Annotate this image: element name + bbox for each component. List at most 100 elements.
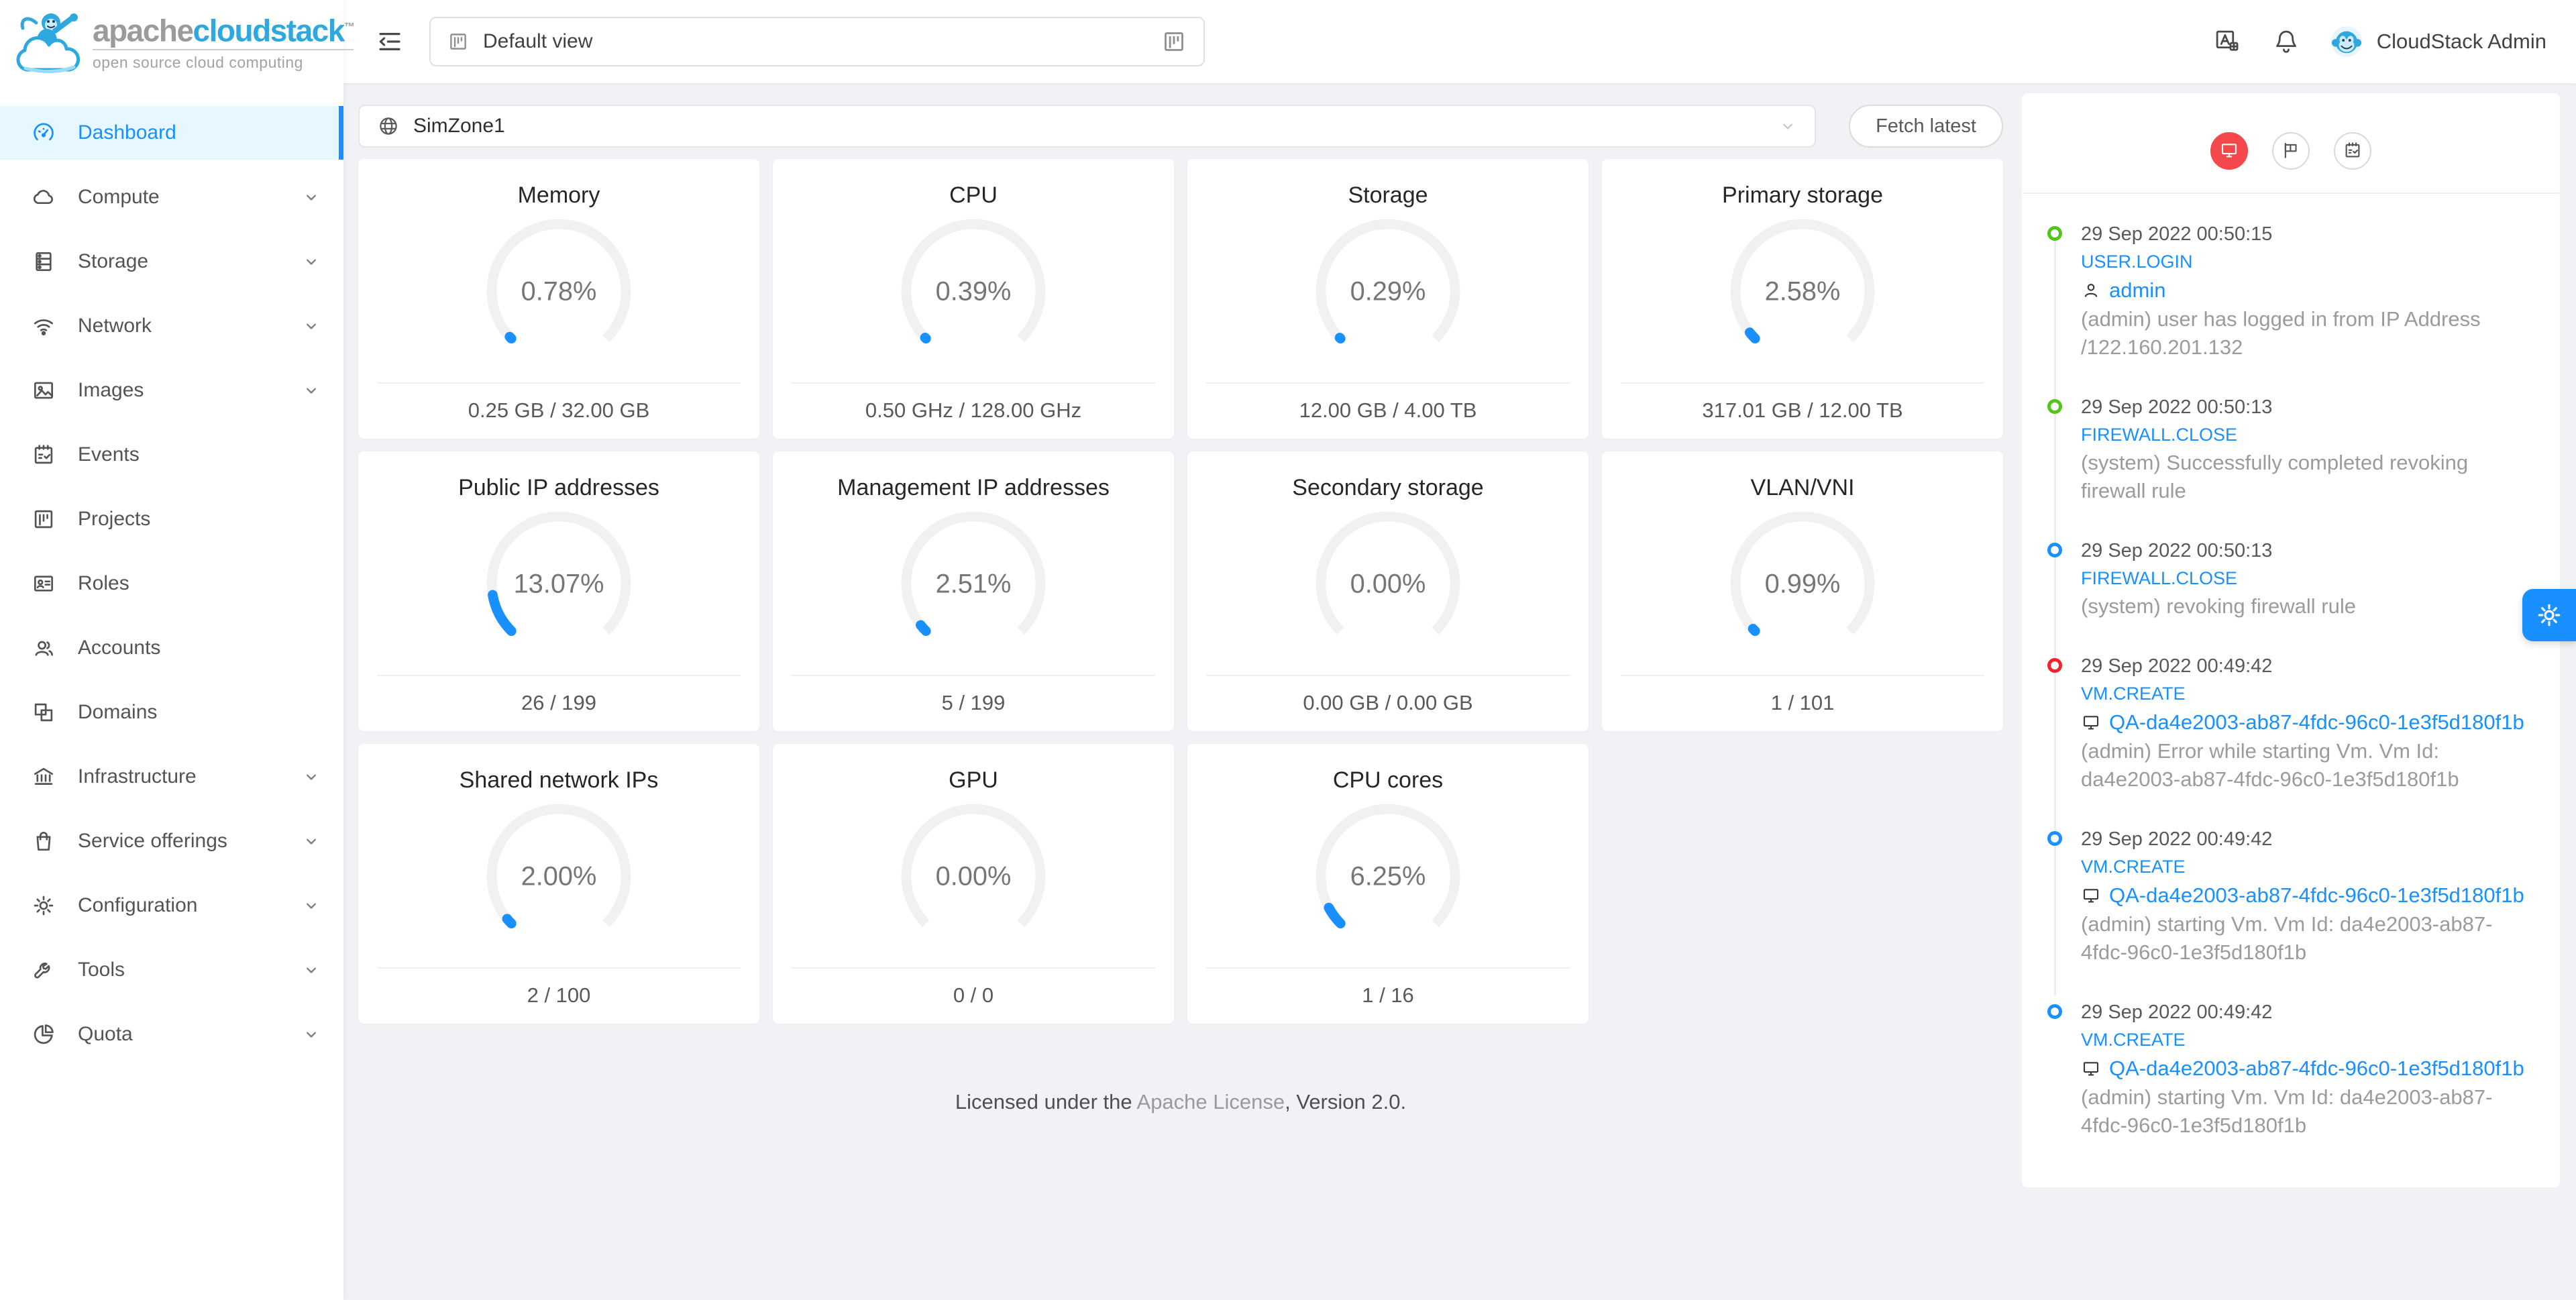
sidebar-item-tools[interactable]: Tools <box>0 943 343 997</box>
stat-card-detail: 317.01 GB / 12.00 TB <box>1602 396 2003 425</box>
stat-card-public-ip-addresses: Public IP addresses 13.07% 26 / 199 <box>358 451 759 731</box>
stat-card-management-ip-addresses: Management IP addresses 2.51% 5 / 199 <box>773 451 1174 731</box>
event-item: 29 Sep 2022 00:49:42 VM.CREATE QA-da4e20… <box>2047 999 2538 1140</box>
project-board-icon <box>447 30 470 53</box>
chevron-down-icon <box>302 767 321 786</box>
sidebar-item-service-offerings[interactable]: Service offerings <box>0 814 343 868</box>
event-resource-link[interactable]: admin <box>2109 276 2165 305</box>
stat-card-title: CPU cores <box>1187 767 1589 794</box>
sidebar-item-quota[interactable]: Quota <box>0 1008 343 1061</box>
sidebar-item-dashboard[interactable]: Dashboard <box>0 106 343 160</box>
brand-tagline: open source cloud computing <box>93 49 354 72</box>
zone-select[interactable]: SimZone1 <box>358 105 1816 148</box>
stat-card-vlan-vni: VLAN/VNI 0.99% 1 / 101 <box>1602 451 2003 731</box>
event-description: (system) Successfully completed revoking… <box>2081 449 2538 505</box>
events-panel: 29 Sep 2022 00:50:15 USER.LOGIN admin (a… <box>2022 93 2560 1187</box>
event-type-link[interactable]: VM.CREATE <box>2081 680 2538 708</box>
compute-icon <box>31 184 56 210</box>
sidebar-item-events[interactable]: Events <box>0 428 343 482</box>
translate-icon[interactable] <box>2213 28 2241 56</box>
event-type-link[interactable]: USER.LOGIN <box>2081 248 2538 276</box>
chevron-down-icon <box>302 961 321 979</box>
footer: Licensed under the Apache License, Versi… <box>358 1087 2003 1117</box>
event-description: (system) revoking firewall rule <box>2081 592 2538 620</box>
event-item: 29 Sep 2022 00:50:13 FIREWALL.CLOSE (sys… <box>2047 394 2538 505</box>
cloudstack-app: apachecloudstack™ open source cloud comp… <box>0 0 2576 1300</box>
sidebar-item-infrastructure[interactable]: Infrastructure <box>0 750 343 804</box>
gauge-percent-label: 13.07% <box>514 570 604 599</box>
event-item: 29 Sep 2022 00:50:13 FIREWALL.CLOSE (sys… <box>2047 537 2538 620</box>
stat-card-detail: 0.25 GB / 32.00 GB <box>358 396 759 425</box>
event-type-link[interactable]: VM.CREATE <box>2081 853 2538 881</box>
events-timeline: 29 Sep 2022 00:50:15 USER.LOGIN admin (a… <box>2047 194 2538 1140</box>
event-timestamp: 29 Sep 2022 00:50:15 <box>2081 221 2538 248</box>
sidebar-item-domains[interactable]: Domains <box>0 686 343 739</box>
gauge-percent-label: 0.00% <box>936 862 1012 891</box>
content-area: SimZone1 Fetch latest Memory 0.78% 0.25 … <box>343 83 2576 1300</box>
bell-icon[interactable] <box>2272 28 2300 56</box>
sidebar-item-network[interactable]: Network <box>0 299 343 353</box>
chevron-down-icon <box>302 252 321 271</box>
events-filter-bar <box>2022 132 2560 194</box>
usage-gauge: 6.25% <box>1304 792 1472 960</box>
dashboard-column: SimZone1 Fetch latest Memory 0.78% 0.25 … <box>358 93 2003 1117</box>
sidebar-item-projects[interactable]: Projects <box>0 492 343 546</box>
event-status-dot <box>2047 399 2062 414</box>
stat-card-detail: 2 / 100 <box>358 981 759 1010</box>
sidebar-item-storage[interactable]: Storage <box>0 235 343 288</box>
user-avatar[interactable] <box>2331 26 2362 57</box>
user-icon <box>2081 280 2101 301</box>
desktop-icon <box>2219 140 2239 162</box>
desktop-icon <box>2081 712 2101 733</box>
event-item: 29 Sep 2022 00:50:15 USER.LOGIN admin (a… <box>2047 221 2538 362</box>
desktop-icon <box>2081 885 2101 906</box>
gauge-percent-label: 2.58% <box>1765 277 1841 307</box>
event-resource-link[interactable]: QA-da4e2003-ab87-4fdc-96c0-1e3f5d180f1b <box>2109 1054 2524 1083</box>
zone-select-value: SimZone1 <box>413 115 505 138</box>
storage-icon <box>31 249 56 274</box>
card-divider <box>792 967 1155 969</box>
event-type-link[interactable]: FIREWALL.CLOSE <box>2081 564 2538 592</box>
theme-settings-button[interactable] <box>2522 589 2576 641</box>
apache-license-link[interactable]: Apache License <box>1137 1090 1285 1114</box>
stat-card-cpu-cores: CPU cores 6.25% 1 / 16 <box>1187 744 1589 1024</box>
globe-icon <box>377 115 400 138</box>
stat-card-title: Storage <box>1187 182 1589 209</box>
event-status-dot <box>2047 1004 2062 1019</box>
project-board-icon <box>1161 28 1187 55</box>
sidebar-item-configuration[interactable]: Configuration <box>0 879 343 932</box>
infrastructure-icon <box>31 764 56 790</box>
sidebar-item-accounts[interactable]: Accounts <box>0 621 343 675</box>
gear-icon <box>2535 601 2563 629</box>
events-icon <box>31 442 56 468</box>
sidebar-item-roles[interactable]: Roles <box>0 557 343 610</box>
event-resource-link[interactable]: QA-da4e2003-ab87-4fdc-96c0-1e3f5d180f1b <box>2109 708 2524 737</box>
stat-card-title: Secondary storage <box>1187 474 1589 501</box>
menu-fold-icon[interactable] <box>376 28 404 56</box>
stat-card-storage: Storage 0.29% 12.00 GB / 4.00 TB <box>1187 159 1589 439</box>
view-select-value: Default view <box>483 30 592 53</box>
event-status-dot <box>2047 831 2062 846</box>
flag-filter-button[interactable] <box>2272 132 2310 170</box>
card-divider <box>1206 967 1570 969</box>
sidebar-item-images[interactable]: Images <box>0 364 343 417</box>
user-name[interactable]: CloudStack Admin <box>2377 30 2546 54</box>
event-resource-link[interactable]: QA-da4e2003-ab87-4fdc-96c0-1e3f5d180f1b <box>2109 881 2524 910</box>
stat-card-detail: 12.00 GB / 4.00 TB <box>1187 396 1589 425</box>
event-type-link[interactable]: VM.CREATE <box>2081 1026 2538 1054</box>
event-type-link[interactable]: FIREWALL.CLOSE <box>2081 421 2538 449</box>
events-filter-button[interactable] <box>2334 132 2371 170</box>
stat-card-primary-storage: Primary storage 2.58% 317.01 GB / 12.00 … <box>1602 159 2003 439</box>
vm-filter-button[interactable] <box>2210 132 2248 170</box>
view-select[interactable]: Default view <box>429 17 1205 66</box>
chevron-down-icon <box>302 317 321 335</box>
sidebar-item-compute[interactable]: Compute <box>0 170 343 224</box>
sidebar-menu: Dashboard Compute Storage Network <box>0 83 343 1072</box>
fetch-latest-button[interactable]: Fetch latest <box>1849 105 2003 148</box>
event-timestamp: 29 Sep 2022 00:50:13 <box>2081 537 2538 564</box>
event-timestamp: 29 Sep 2022 00:49:42 <box>2081 653 2538 680</box>
stat-card-title: Memory <box>358 182 759 209</box>
brand-wordmark: apachecloudstack™ <box>93 11 354 46</box>
stat-card-detail: 0 / 0 <box>773 981 1174 1010</box>
desktop-icon <box>2081 1059 2101 1079</box>
